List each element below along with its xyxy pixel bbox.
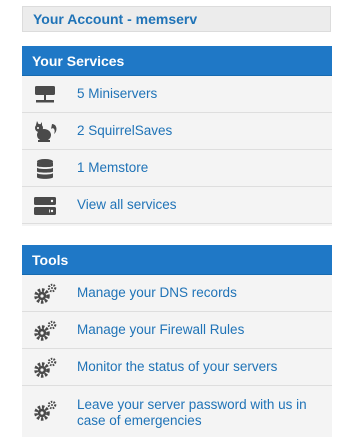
services-panel: Your Services 5 Miniservers 2 SquirrelSa… [22, 46, 332, 226]
service-label[interactable]: 1 Memstore [77, 160, 326, 176]
tool-item-monitor[interactable]: Monitor the status of your servers [22, 349, 332, 386]
account-bar: Your Account - memserv [22, 6, 331, 32]
services-header: Your Services [22, 46, 332, 76]
tool-label[interactable]: Leave your server password with us in ca… [77, 397, 326, 429]
tool-item-dns[interactable]: Manage your DNS records [22, 275, 332, 312]
gears-icon [32, 283, 58, 305]
database-icon [32, 158, 58, 180]
tools-header: Tools [22, 245, 332, 275]
gears-icon [32, 320, 58, 342]
service-item-miniservers[interactable]: 5 Miniservers [22, 76, 332, 113]
squirrel-icon [32, 121, 58, 143]
page-gutter [0, 0, 22, 437]
tool-label[interactable]: Manage your Firewall Rules [77, 322, 326, 338]
tool-item-password[interactable]: Leave your server password with us in ca… [22, 386, 332, 436]
account-title[interactable]: Your Account - memserv [33, 11, 197, 27]
service-label[interactable]: 5 Miniservers [77, 86, 326, 102]
tool-label[interactable]: Monitor the status of your servers [77, 359, 326, 375]
server-icon [32, 84, 58, 106]
service-item-memstore[interactable]: 1 Memstore [22, 150, 332, 187]
server-stack-icon [32, 195, 58, 217]
tool-label[interactable]: Manage your DNS records [77, 285, 326, 301]
service-item-view-all[interactable]: View all services [22, 187, 332, 224]
tools-panel: Tools Manage your DNS records Manage you… [22, 245, 332, 437]
tool-item-firewall[interactable]: Manage your Firewall Rules [22, 312, 332, 349]
service-label[interactable]: View all services [77, 197, 326, 213]
account-sidebar: Your Account - memserv Your Services 5 M… [0, 0, 339, 437]
service-item-squirrelsaves[interactable]: 2 SquirrelSaves [22, 113, 332, 150]
gears-icon [32, 357, 58, 379]
service-label[interactable]: 2 SquirrelSaves [77, 123, 326, 139]
gears-icon [32, 400, 58, 422]
